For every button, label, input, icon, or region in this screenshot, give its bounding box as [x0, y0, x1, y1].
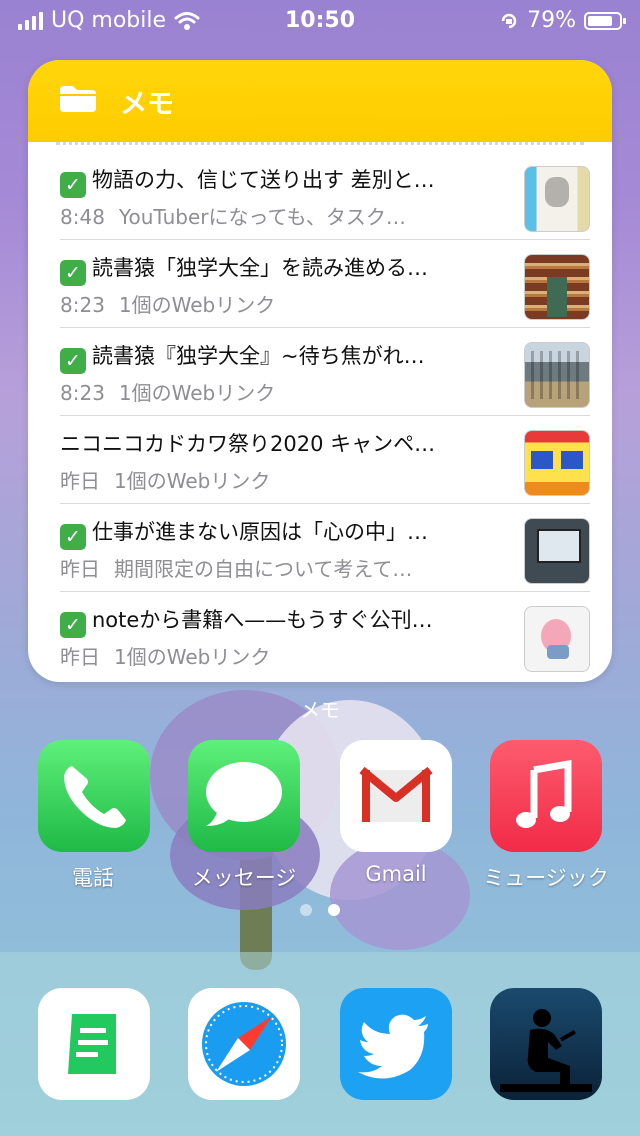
check-icon: ✓	[60, 172, 86, 198]
twitter-icon	[358, 1014, 428, 1079]
note-title: 仕事が進まない原因は「心の中」…	[92, 520, 428, 544]
note-item[interactable]: ✓ noteから書籍へ——もうすぐ公刊… 昨日 1個のWebリンク	[60, 592, 590, 679]
widget-label: メモ	[300, 698, 340, 722]
music-icon	[516, 759, 572, 828]
messages-label: メッセージ	[191, 866, 297, 890]
orientation-lock-icon	[501, 13, 517, 28]
status-bar: UQ mobile 10:50 79%	[0, 0, 640, 40]
folder-icon	[60, 86, 96, 112]
gmail-icon	[359, 766, 433, 822]
note-title: 読書猿「独学大全」を読み進める…	[92, 256, 428, 280]
music-label: ミュージック	[483, 866, 609, 890]
battery-icon	[584, 11, 626, 30]
check-icon: ✓	[60, 612, 86, 638]
twitter-app-icon[interactable]	[340, 988, 452, 1100]
check-icon: ✓	[60, 524, 86, 550]
check-icon: ✓	[60, 348, 86, 374]
note-time: 8:23	[60, 293, 105, 317]
note-thumbnail	[524, 606, 590, 672]
page-indicator[interactable]	[0, 904, 640, 916]
note-snippet: 1個のWebリンク	[118, 293, 276, 317]
note-thumbnail	[524, 166, 590, 232]
note-title: ニコニコカドカワ祭り2020 キャンペ…	[60, 432, 436, 456]
notes-app-icon[interactable]	[38, 988, 150, 1100]
messages-icon	[206, 762, 282, 826]
check-icon: ✓	[60, 260, 86, 286]
note-thumbnail	[524, 518, 590, 584]
widget-title: メモ	[120, 89, 174, 120]
note-item[interactable]: ✓ 仕事が進まない原因は「心の中」… 昨日 期間限定の自由について考えて…	[60, 504, 590, 592]
note-snippet: 期間限定の自由について考えて…	[114, 557, 413, 581]
note-time: 8:48	[60, 205, 105, 229]
dock	[0, 952, 640, 1136]
page-dot[interactable]	[300, 904, 312, 916]
note-title: 物語の力、信じて送り出す 差別と…	[92, 168, 435, 192]
page-dot-current[interactable]	[328, 904, 340, 916]
widget-header: メモ	[28, 60, 612, 142]
messages-app-icon[interactable]	[188, 740, 300, 852]
note-item[interactable]: ニコニコカドカワ祭り2020 キャンペ… 昨日 1個のWebリンク	[60, 416, 590, 504]
gmail-app-icon[interactable]	[340, 740, 452, 852]
note-time: 昨日	[60, 469, 100, 493]
note-thumbnail	[524, 430, 590, 496]
phone-icon	[64, 766, 126, 828]
kindle-icon	[500, 1009, 592, 1092]
note-snippet: 1個のWebリンク	[118, 381, 276, 405]
note-item[interactable]: ✓ 読書猿『独学大全』~待ち焦がれ… 8:23 1個のWebリンク	[60, 328, 590, 416]
notes-app-glyph-icon	[68, 1014, 116, 1074]
note-title: noteから書籍へ——もうすぐ公刊…	[92, 608, 433, 632]
gmail-label: Gmail	[365, 862, 427, 886]
note-snippet: 1個のWebリンク	[114, 469, 271, 493]
safari-app-icon[interactable]	[188, 988, 300, 1100]
note-snippet: YouTuberになっても、タスク…	[118, 205, 406, 229]
note-item[interactable]: ✓ 読書猿「独学大全」を読み進める… 8:23 1個のWebリンク	[60, 240, 590, 328]
memo-widget[interactable]: メモ ✓ 物語の力、信じて送り出す 差別と… 8:48 YouTuberになっても、…	[28, 60, 612, 682]
note-thumbnail	[524, 254, 590, 320]
note-snippet: 1個のWebリンク	[114, 645, 271, 669]
phone-app-icon[interactable]	[38, 740, 150, 852]
note-title: 読書猿『独学大全』~待ち焦がれ…	[92, 344, 425, 368]
note-thumbnail	[524, 342, 590, 408]
note-time: 8:23	[60, 381, 105, 405]
kindle-app-icon[interactable]	[490, 988, 602, 1100]
note-time: 昨日	[60, 557, 100, 581]
phone-label: 電話	[72, 866, 114, 890]
note-item[interactable]: ✓ 物語の力、信じて送り出す 差別と… 8:48 YouTuberになっても、タスク…	[60, 152, 590, 240]
music-app-icon[interactable]	[490, 740, 602, 852]
note-time: 昨日	[60, 645, 100, 669]
battery-percent: 79%	[527, 8, 576, 33]
safari-icon	[202, 1002, 286, 1086]
notes-list: ✓ 物語の力、信じて送り出す 差別と… 8:48 YouTuberになっても、タスク…	[60, 152, 590, 679]
